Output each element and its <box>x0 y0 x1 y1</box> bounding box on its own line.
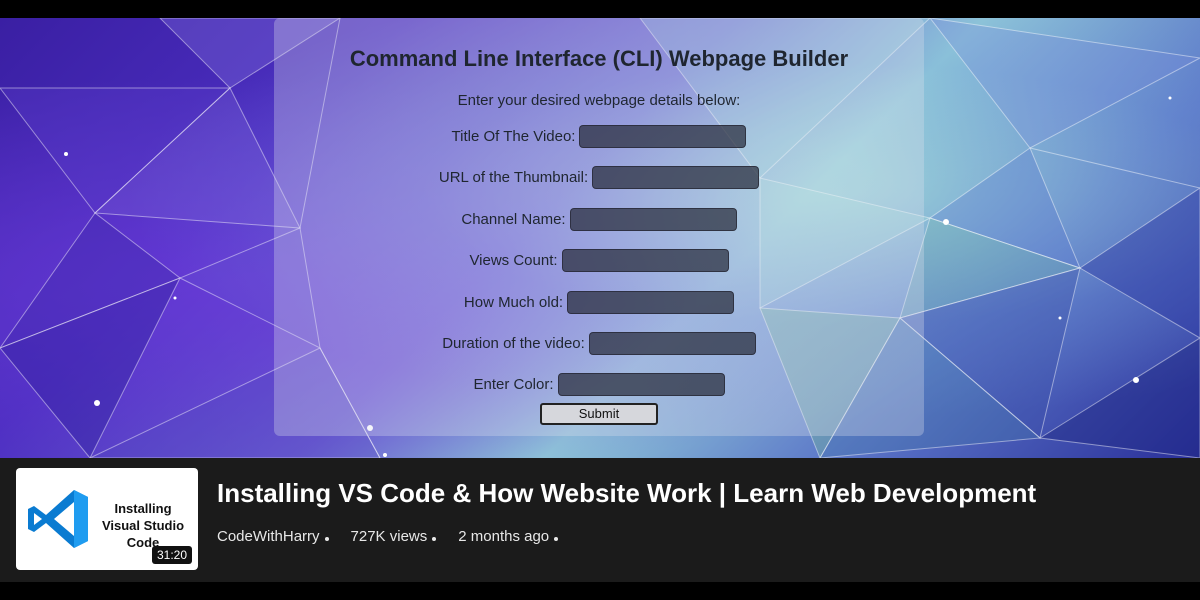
submit-button[interactable]: Submit <box>540 403 658 425</box>
views-count-input[interactable] <box>561 249 729 272</box>
separator-dot <box>432 536 437 541</box>
bottom-strip <box>0 582 1200 600</box>
age-input[interactable] <box>567 291 735 314</box>
color-input[interactable] <box>557 373 725 396</box>
field-label-age: How Much old: <box>463 294 564 311</box>
field-label-thumbnail-url: URL of the Thumbnail: <box>438 169 589 186</box>
video-info-bar: Installing Visual Studio Code 31:20 Inst… <box>0 458 1200 582</box>
title-input[interactable] <box>579 125 747 148</box>
field-row-channel-name: Channel Name: <box>274 208 924 231</box>
duration-badge: 31:20 <box>151 546 192 564</box>
separator-dot <box>324 536 329 541</box>
field-row-title: Title Of The Video: <box>274 125 924 148</box>
upload-age: 2 months ago <box>458 528 550 545</box>
field-row-duration: Duration of the video: <box>274 332 924 355</box>
field-row-age: How Much old: <box>274 291 924 314</box>
field-row-views-count: Views Count: <box>274 249 924 272</box>
thumbnail-url-input[interactable] <box>592 166 760 189</box>
thumbnail-caption: Installing Visual Studio Code <box>101 501 185 550</box>
vscode-logo-icon <box>28 490 88 548</box>
field-label-views-count: Views Count: <box>469 252 558 269</box>
channel-name[interactable]: CodeWithHarry <box>217 528 320 545</box>
duration-input[interactable] <box>588 332 756 355</box>
field-label-color: Enter Color: <box>473 376 554 393</box>
field-row-color: Enter Color: <box>274 373 924 396</box>
field-label-channel-name: Channel Name: <box>461 211 566 228</box>
video-meta: CodeWithHarry 727K views 2 months ago <box>217 528 559 545</box>
video-title[interactable]: Installing VS Code & How Website Work | … <box>217 478 1036 509</box>
page: Command Line Interface (CLI) Webpage Bui… <box>0 0 1200 600</box>
field-label-duration: Duration of the video: <box>442 335 585 352</box>
field-row-thumbnail-url: URL of the Thumbnail: <box>274 166 924 189</box>
form-panel: Command Line Interface (CLI) Webpage Bui… <box>274 18 924 436</box>
video-thumbnail[interactable]: Installing Visual Studio Code 31:20 <box>16 468 198 570</box>
field-label-title: Title Of The Video: <box>451 128 576 145</box>
form-title: Command Line Interface (CLI) Webpage Bui… <box>349 46 849 71</box>
separator-dot <box>554 536 559 541</box>
form-instructions: Enter your desired webpage details below… <box>457 92 741 109</box>
view-count: 727K views <box>350 528 428 545</box>
channel-name-input[interactable] <box>569 208 737 231</box>
